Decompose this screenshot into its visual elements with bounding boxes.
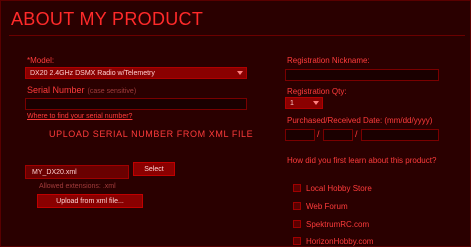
option-label: Web Forum [306, 201, 348, 211]
date-separator-2: / [355, 129, 358, 139]
model-select[interactable]: DX20 2.4GHz DSMX Radio w/Telemetry [25, 67, 247, 79]
model-label: *Model: [27, 56, 55, 65]
date-separator-1: / [317, 129, 320, 139]
checkbox[interactable] [293, 237, 301, 245]
serial-label: Serial Number (case sensitive) [27, 85, 136, 95]
serial-hint: (case sensitive) [87, 88, 137, 95]
model-select-value: DX20 2.4GHz DSMX Radio w/Telemetry [30, 70, 155, 77]
option-label: SpektrumRC.com [306, 219, 370, 229]
about-my-product-panel: ABOUT MY PRODUCT *Model: DX20 2.4GHz DSM… [0, 0, 471, 247]
chevron-down-icon [313, 101, 319, 105]
date-year-input[interactable] [361, 129, 439, 141]
purchase-date-label: Purchased/Received Date: (mm/dd/yyyy) [287, 116, 433, 125]
upload-heading: UPLOAD SERIAL NUMBER FROM XML FILE [49, 129, 254, 139]
option-web-forum[interactable]: Web Forum [293, 200, 348, 212]
nickname-label: Registration Nickname: [287, 56, 370, 65]
date-month-input[interactable] [285, 129, 315, 141]
checkbox[interactable] [293, 184, 301, 192]
checkbox[interactable] [293, 220, 301, 228]
nickname-input[interactable] [285, 69, 439, 81]
upload-xml-button[interactable]: Upload from xml file... [37, 194, 143, 208]
date-day-input[interactable] [323, 129, 353, 141]
option-spektrumrc[interactable]: SpektrumRC.com [293, 218, 369, 230]
checkbox[interactable] [293, 202, 301, 210]
option-local-hobby-store[interactable]: Local Hobby Store [293, 182, 372, 194]
option-label: HorizonHobby.com [306, 236, 374, 246]
title-divider [9, 35, 465, 36]
qty-select[interactable]: 1 [285, 97, 323, 109]
select-file-button[interactable]: Select [133, 162, 175, 176]
qty-label: Registration Qty: [287, 87, 347, 96]
option-label: Local Hobby Store [306, 183, 372, 193]
allowed-extensions: Allowed extensions: .xml [39, 183, 116, 190]
serial-number-input[interactable] [25, 98, 247, 110]
find-serial-link[interactable]: Where to find your serial number? [27, 113, 132, 120]
file-name-field: MY_DX20.xml [25, 165, 129, 179]
option-horizonhobby[interactable]: HorizonHobby.com [293, 235, 374, 246]
qty-select-value: 1 [290, 100, 294, 107]
chevron-down-icon [237, 71, 243, 75]
serial-label-text: Serial Number [27, 85, 85, 95]
page-title: ABOUT MY PRODUCT [11, 9, 204, 29]
learn-label: How did you first learn about this produ… [287, 156, 437, 165]
